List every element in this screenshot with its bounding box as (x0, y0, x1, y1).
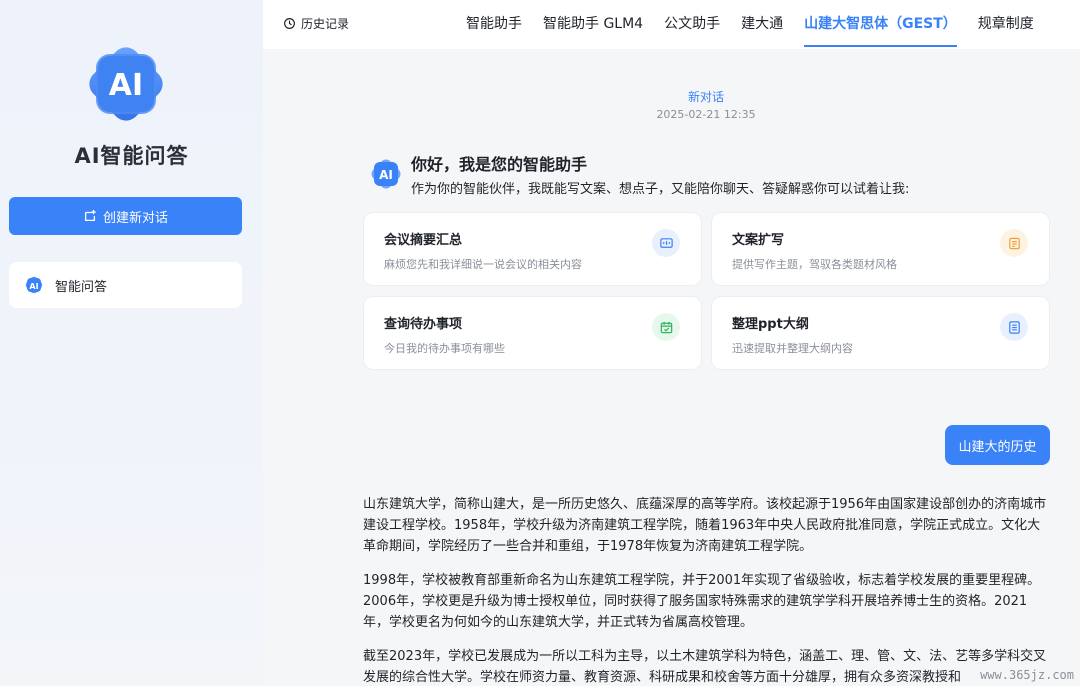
greeting-title: 你好，我是您的智能助手 (411, 155, 588, 174)
card-description: 迅速提取并整理大纲内容 (732, 342, 853, 355)
greeting-subtitle: 作为你的智能伙伴，我既能写文案、想点子，又能陪你聊天、答疑解惑你可以试着让我: (411, 182, 910, 197)
sidebar: AI AI智能问答 创建新对话 AI 智能问答 (0, 0, 263, 686)
ai-logo-icon: AI (25, 276, 43, 294)
history-label: 历史记录 (301, 17, 350, 31)
watermark: www.365jz.com (980, 668, 1074, 682)
sidebar-item-label: 智能问答 (55, 279, 108, 295)
svg-text:AI: AI (109, 68, 143, 103)
conversation-timestamp: 2025-02-21 12:35 (656, 108, 756, 121)
answer-paragraph: 山东建筑大学，简称山建大，是一所历史悠久、底蕴深厚的高等学府。该校起源于1956… (363, 497, 1047, 554)
card-title: 会议摘要汇总 (384, 233, 463, 248)
app-logo: AI (80, 38, 172, 130)
svg-text:AI: AI (379, 168, 393, 182)
new-chat-button[interactable]: 创建新对话 (9, 197, 242, 235)
suggestion-card-copy-expand[interactable]: 文案扩写 提供写作主题，驾驭各类题材风格 (711, 212, 1050, 286)
card-description: 提供写作主题，驾驭各类题材风格 (732, 258, 897, 271)
top-navigation: 历史记录 智能助手 智能助手 GLM4 公文助手 建大通 山建大智思体（GEST… (263, 0, 1080, 49)
calendar-check-icon (652, 313, 680, 341)
card-title: 文案扩写 (732, 233, 785, 248)
meeting-icon (652, 229, 680, 257)
card-title: 整理ppt大纲 (732, 317, 809, 332)
tab-document-assistant[interactable]: 公文助手 (664, 0, 720, 49)
new-chat-label: 创建新对话 (102, 210, 168, 226)
assistant-answer: 山东建筑大学，简称山建大，是一所历史悠久、底蕴深厚的高等学府。该校起源于1956… (363, 494, 1053, 686)
conversation-title: 新对话 (687, 90, 724, 104)
answer-paragraph: 1998年，学校被教育部重新命名为山东建筑工程学院，并于2001年实现了省级验收… (363, 573, 1041, 630)
history-icon (284, 18, 295, 29)
card-description: 今日我的待办事项有哪些 (384, 342, 505, 355)
answer-paragraph: 截至2023年，学校已发展成为一所以工科为主导，以土木建筑学科为特色，涵盖工、理… (363, 649, 1047, 685)
suggestion-card-ppt-outline[interactable]: 整理ppt大纲 迅速提取并整理大纲内容 (711, 296, 1050, 370)
svg-text:AI: AI (29, 282, 38, 291)
history-button[interactable]: 历史记录 (283, 15, 349, 32)
user-message: 山建大的历史 (945, 425, 1050, 465)
sidebar-item-smart-qa[interactable]: AI 智能问答 (9, 262, 242, 308)
nav-tabs: 智能助手 智能助手 GLM4 公文助手 建大通 山建大智思体（GEST） 规章制… (466, 0, 1055, 49)
tab-smart-assistant-glm4[interactable]: 智能助手 GLM4 (543, 0, 643, 49)
assistant-avatar-icon: AI (371, 159, 401, 189)
suggestion-card-todo[interactable]: 查询待办事项 今日我的待办事项有哪些 (363, 296, 702, 370)
card-description: 麻烦您先和我详细说一说会议的相关内容 (384, 258, 582, 271)
outline-icon (1000, 313, 1028, 341)
new-chat-icon (84, 209, 96, 222)
document-icon (1000, 229, 1028, 257)
tab-jiandatong[interactable]: 建大通 (741, 0, 783, 49)
suggestion-card-meeting-summary[interactable]: 会议摘要汇总 麻烦您先和我详细说一说会议的相关内容 (363, 212, 702, 286)
tab-smart-assistant[interactable]: 智能助手 (466, 0, 522, 49)
app-title: AI智能问答 (74, 144, 189, 168)
tab-gest[interactable]: 山建大智思体（GEST） (804, 0, 957, 49)
card-title: 查询待办事项 (384, 317, 463, 332)
tab-regulations[interactable]: 规章制度 (978, 0, 1034, 49)
